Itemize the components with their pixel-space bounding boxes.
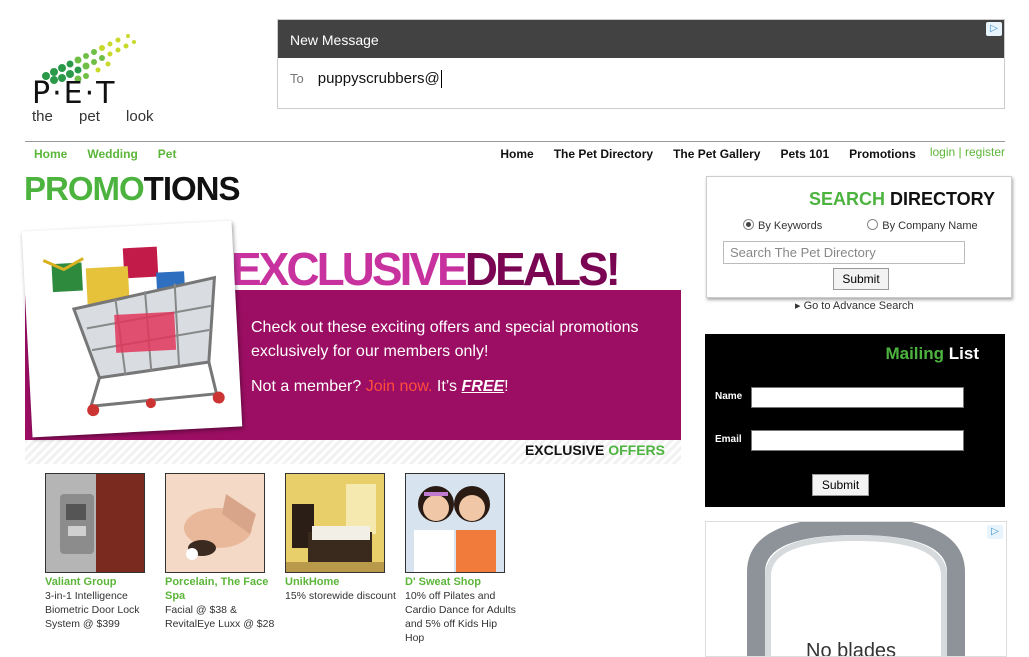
headline-exclusive: EXCLUSIVE — [231, 243, 468, 295]
mailing-title-a: Mailing — [885, 344, 945, 363]
top-banner-ad[interactable]: New Message To puppyscrubbers@ ▷ — [277, 19, 1005, 109]
nav-pets-101[interactable]: Pets 101 — [780, 147, 829, 161]
page-title: PROMOTIONS — [24, 170, 241, 208]
offer-card[interactable]: D' Sweat Shop 10% off Pilates and Cardio… — [405, 473, 517, 645]
nav-left-home[interactable]: Home — [34, 147, 67, 161]
offer-image-doorlock[interactable] — [45, 473, 145, 573]
search-title-directory: DIRECTORY — [889, 189, 995, 209]
advance-search-link[interactable]: ▸ Go to Advance Search — [795, 299, 914, 312]
mailing-name-input[interactable] — [751, 387, 964, 408]
shopping-cart-illustration — [42, 246, 225, 417]
nav-left-wedding[interactable]: Wedding — [87, 147, 137, 161]
door-lock-photo — [46, 474, 144, 572]
offer-description: 3-in-1 Intelligence Biometric Door Lock … — [45, 590, 140, 630]
offer-description: Facial @ $38 & RevitalEye Luxx @ $28 — [165, 604, 275, 630]
offer-description: 15% storewide discount — [285, 590, 396, 602]
nav-right-links: Home The Pet Directory The Pet Gallery Pets… — [480, 145, 1005, 161]
radio-by-keywords[interactable]: By Keywords — [743, 219, 823, 232]
offer-description: 10% off Pilates and Cardio Dance for Adu… — [405, 590, 516, 644]
mailing-list-title: Mailing List — [885, 344, 979, 364]
offer-card[interactable]: UnikHome 15% storewide discount — [285, 473, 397, 603]
nav-pet-directory[interactable]: The Pet Directory — [554, 147, 653, 161]
main-navigation: Home Wedding Pet Home The Pet Directory The … — [25, 141, 1005, 165]
offer-image-kids[interactable] — [405, 473, 505, 573]
nav-pet-gallery[interactable]: The Pet Gallery — [673, 147, 760, 161]
bedroom-photo — [286, 474, 384, 572]
kids-photo — [406, 474, 504, 572]
promo-banner: EXCLUSIVEDEALS! Check out these exciting… — [21, 220, 681, 464]
nav-home[interactable]: Home — [500, 147, 533, 161]
offer-name[interactable]: D' Sweat Shop — [405, 575, 517, 589]
shopping-cart-image — [21, 220, 243, 438]
headline-deals: DEALS! — [464, 243, 621, 295]
member-prefix: Not a member? — [251, 378, 362, 395]
offer-name[interactable]: UnikHome — [285, 575, 397, 589]
search-directory-panel: SEARCH DIRECTORY By Keywords By Company … — [706, 176, 1012, 298]
offer-image-spa[interactable] — [165, 473, 265, 573]
ad-to-value: puppyscrubbers@ — [317, 70, 440, 87]
nav-left-links: Home Wedding Pet — [34, 147, 196, 161]
banner-headline: EXCLUSIVEDEALS! — [231, 243, 621, 295]
ad-to-label: To — [290, 71, 304, 86]
logo-letters: P·E·T — [32, 76, 117, 111]
offer-image-bedroom[interactable] — [285, 473, 385, 573]
mailing-email-input[interactable] — [751, 430, 964, 451]
logo-tagline: the pet look — [32, 108, 154, 125]
side-ad[interactable]: No blades ▷ — [705, 521, 1007, 657]
adchoices-icon[interactable]: ▷ — [987, 525, 1003, 539]
offer-card[interactable]: Valiant Group 3-in-1 Intelligence Biomet… — [45, 473, 157, 631]
side-ad-text: No blades — [806, 640, 897, 657]
text-cursor — [440, 70, 442, 89]
exclusive-offers-heading: EXCLUSIVE OFFERS — [525, 442, 665, 458]
fan-product-graphic — [747, 522, 965, 656]
page-title-black: TIONS — [143, 170, 241, 207]
mailing-list-panel: Mailing List Name Email Submit — [705, 334, 1005, 507]
search-mode-options: By Keywords By Company Name — [743, 219, 978, 232]
search-directory-title: SEARCH DIRECTORY — [809, 189, 995, 210]
mailing-submit-button[interactable]: Submit — [812, 474, 869, 496]
nav-promotions[interactable]: Promotions — [849, 147, 916, 161]
offer-card[interactable]: Porcelain, The Face Spa Facial @ $38 & R… — [165, 473, 277, 631]
page-title-green: PROMO — [24, 170, 145, 207]
auth-separator: | — [958, 145, 962, 159]
banner-description: Check out these exciting offers and spec… — [251, 319, 639, 360]
adchoices-icon[interactable]: ▷ — [986, 22, 1002, 36]
search-submit-button[interactable]: Submit — [833, 268, 889, 290]
offer-name[interactable]: Porcelain, The Face Spa — [165, 575, 277, 603]
banner-member-line: Not a member? Join now. It’s FREE! — [251, 378, 509, 396]
nav-left-pet[interactable]: Pet — [158, 147, 177, 161]
free-bang: ! — [504, 378, 509, 395]
email-label: Email — [715, 434, 742, 445]
auth-links: login | register — [930, 145, 1005, 159]
ad-message-header: New Message — [278, 20, 1004, 58]
offer-name[interactable]: Valiant Group — [45, 575, 157, 589]
radio-company-label: By Company Name — [882, 220, 978, 232]
radio-keywords-label: By Keywords — [758, 220, 823, 232]
name-label: Name — [715, 391, 743, 402]
directory-search-input[interactable] — [723, 241, 965, 264]
offers-label: OFFERS — [608, 442, 665, 458]
site-logo[interactable]: P·E·T the pet look — [28, 32, 168, 127]
search-title-search: SEARCH — [808, 189, 885, 209]
radio-selected-icon[interactable] — [743, 219, 754, 230]
mailing-title-b: List — [948, 344, 979, 363]
spa-photo — [166, 474, 264, 572]
join-now-link[interactable]: Join now. — [366, 378, 433, 395]
radio-by-company[interactable]: By Company Name — [867, 219, 978, 232]
login-link[interactable]: login — [930, 145, 955, 159]
its-text: It’s — [436, 378, 458, 395]
offers-exclusive: EXCLUSIVE — [524, 442, 605, 458]
free-text: FREE — [461, 378, 505, 395]
radio-unselected-icon[interactable] — [867, 219, 879, 230]
ad-message-to-row: To puppyscrubbers@ — [278, 58, 1004, 100]
register-link[interactable]: register — [965, 145, 1005, 159]
